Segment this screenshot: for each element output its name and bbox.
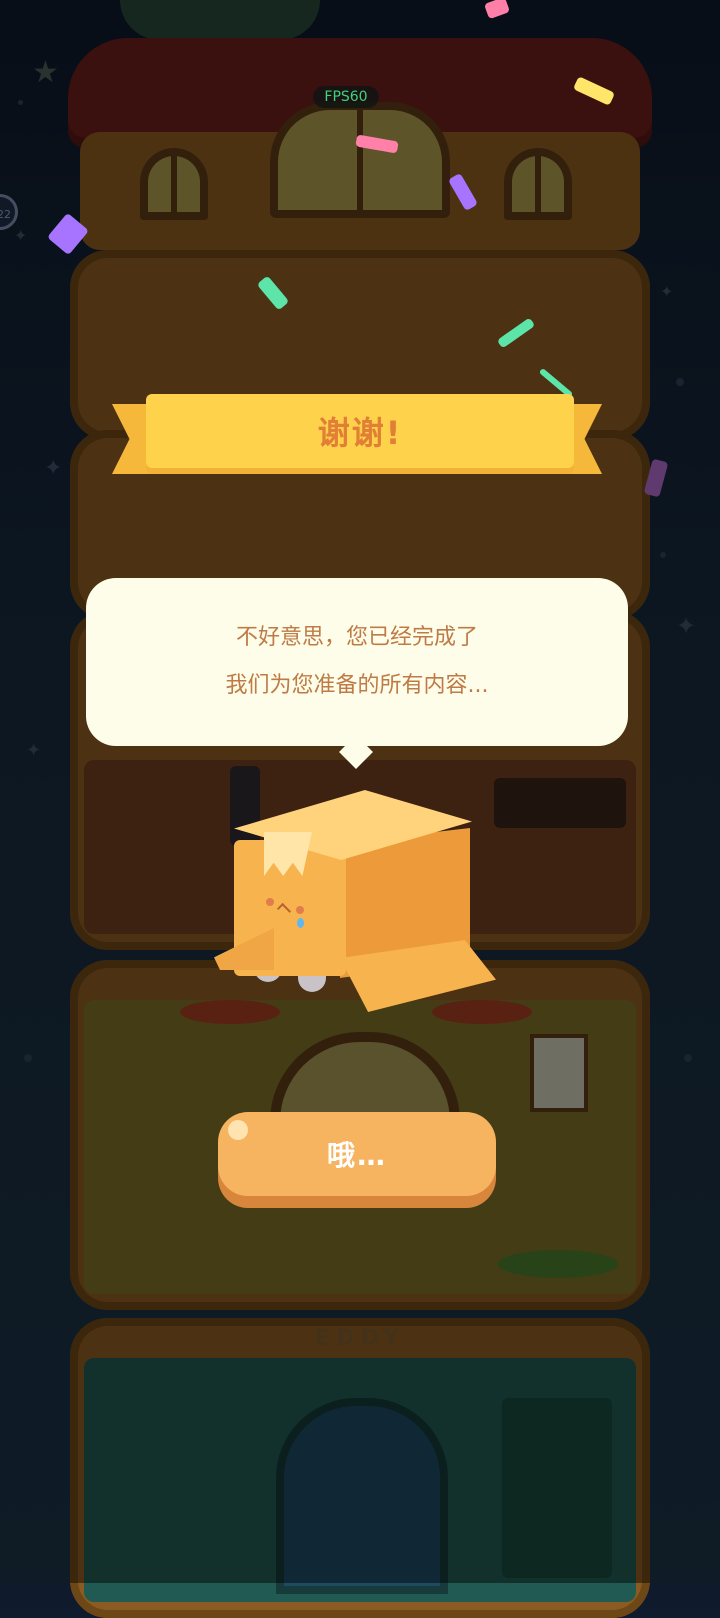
tear-drop (297, 918, 304, 928)
dialog-line-2: 我们为您准备的所有内容... (225, 673, 489, 698)
banner-title: 谢谢! (317, 414, 403, 452)
dialog-line-1: 不好意思，您已经完成了 (235, 625, 478, 650)
button-shine (228, 1120, 248, 1140)
ok-button-label: 哦… (326, 1139, 387, 1172)
box-eye-right (296, 906, 304, 914)
box-eye-left (266, 898, 274, 906)
speech-bubble: 不好意思，您已经完成了 我们为您准备的所有内容... (86, 578, 628, 746)
title-banner: 谢谢! (146, 394, 574, 468)
fps-counter: FPS60 (313, 86, 379, 108)
ok-button[interactable]: 哦… (218, 1112, 496, 1196)
